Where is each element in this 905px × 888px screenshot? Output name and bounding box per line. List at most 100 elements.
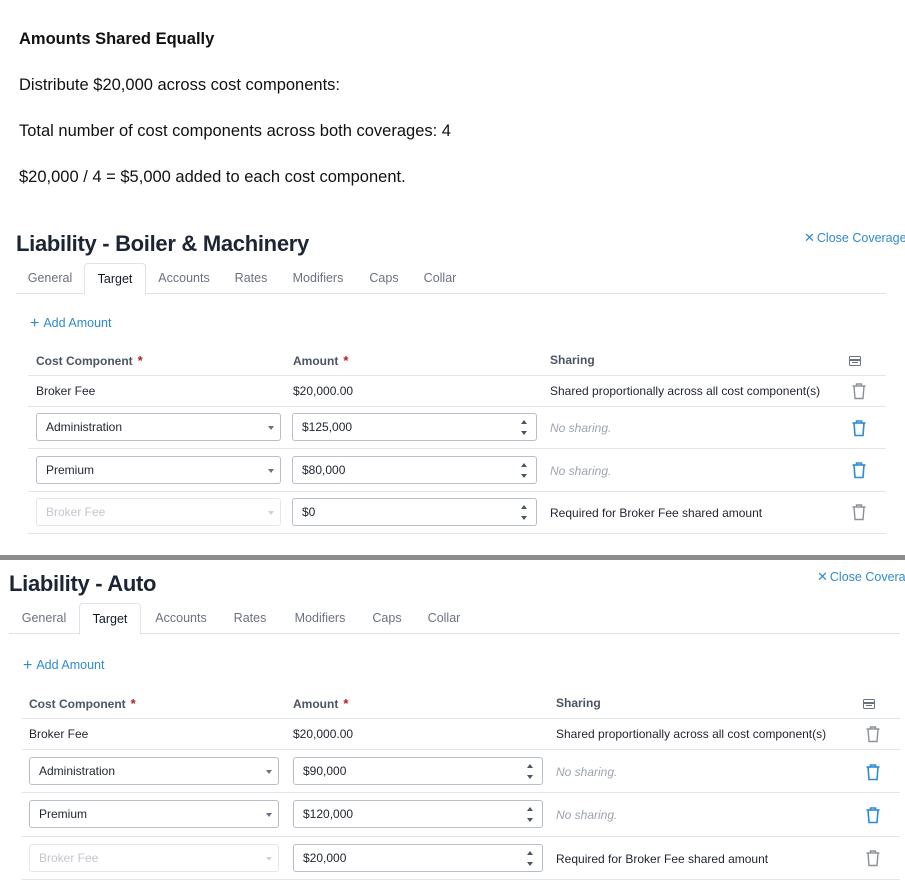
row-amount-text: $20,000.00 [293, 727, 354, 741]
cost-component-select[interactable]: Administration [36, 413, 281, 441]
delete-row-button[interactable] [851, 503, 867, 521]
cost-component-select[interactable]: Administration [29, 757, 279, 785]
select-value: Premium [39, 807, 88, 821]
amount-input[interactable]: $0 [292, 498, 537, 526]
tab-caps[interactable]: Caps [360, 263, 408, 294]
delete-row-button[interactable] [865, 806, 881, 824]
add-amount-label: Add Amount [36, 658, 105, 672]
tab-general[interactable]: General [16, 263, 84, 294]
stepper-down-icon[interactable] [521, 431, 527, 435]
row-divider [28, 406, 886, 407]
close-coverage-link[interactable]: ✕ Close Covera [817, 569, 905, 585]
tab-target[interactable]: Target [84, 263, 146, 295]
tab-rates[interactable]: Rates [225, 603, 275, 634]
column-settings-icon[interactable] [849, 356, 861, 366]
close-coverage-label: Close Coverage [816, 231, 905, 245]
coverage-title: Liability - Auto [9, 571, 157, 596]
row-divider [22, 879, 900, 880]
row-sharing-text: Required for Broker Fee shared amount [556, 852, 769, 866]
select-value: Premium [46, 463, 95, 477]
amount-value: $80,000 [302, 463, 346, 477]
add-amount-button[interactable]: + Add Amount [23, 656, 104, 674]
row-sharing-text: No sharing. [556, 808, 618, 822]
header-sharing: Sharing [556, 696, 601, 710]
delete-row-button[interactable] [865, 725, 881, 743]
stepper-down-icon[interactable] [521, 516, 527, 520]
stepper-down-icon[interactable] [527, 818, 533, 822]
stepper-up-icon[interactable] [521, 505, 527, 509]
delete-row-button[interactable] [851, 419, 867, 437]
plus-icon: + [23, 657, 33, 674]
tab-rates[interactable]: Rates [226, 263, 276, 294]
cost-component-select[interactable]: Premium [36, 456, 281, 484]
chevron-down-icon [268, 426, 274, 430]
tab-accounts[interactable]: Accounts [145, 603, 217, 634]
delete-row-button[interactable] [851, 461, 867, 479]
amount-input[interactable]: $80,000 [292, 456, 537, 484]
amount-value: $90,000 [303, 764, 347, 778]
tab-general[interactable]: General [9, 603, 79, 634]
tab-accounts[interactable]: Accounts [149, 263, 219, 294]
row-divider [28, 375, 886, 376]
header-cost-component-label: Cost Component [29, 697, 126, 711]
delete-row-button[interactable] [851, 382, 867, 400]
stepper-up-icon[interactable] [527, 851, 533, 855]
trash-icon [852, 383, 866, 400]
amount-input[interactable]: $90,000 [293, 757, 543, 785]
stepper-down-icon[interactable] [527, 775, 533, 779]
stepper-down-icon[interactable] [527, 862, 533, 866]
tab-modifiers[interactable]: Modifiers [285, 603, 355, 634]
stepper-down-icon[interactable] [521, 474, 527, 478]
column-settings-icon[interactable] [863, 699, 875, 709]
stepper-up-icon[interactable] [521, 420, 527, 424]
intro-heading: Amounts Shared Equally [19, 30, 215, 48]
stepper-up-icon[interactable] [527, 807, 533, 811]
trash-icon [866, 764, 880, 781]
row-sharing-text: No sharing. [556, 765, 618, 779]
amount-input[interactable]: $125,000 [292, 413, 537, 441]
trash-icon [866, 850, 880, 867]
close-coverage-label: Close Covera [829, 570, 905, 584]
amount-input[interactable]: $120,000 [293, 800, 543, 828]
tab-caps[interactable]: Caps [363, 603, 411, 634]
chevron-down-icon [266, 813, 272, 817]
tab-modifiers[interactable]: Modifiers [284, 263, 352, 294]
tab-collar[interactable]: Collar [419, 603, 469, 634]
close-coverage-link[interactable]: ✕ Close Coverage [804, 230, 905, 246]
row-divider [22, 792, 900, 793]
section-divider [0, 555, 905, 560]
plus-icon: + [30, 315, 40, 332]
amount-input[interactable]: $20,000 [293, 844, 543, 872]
add-amount-label: Add Amount [43, 316, 112, 330]
intro-line-calculation: $20,000 / 4 = $5,000 added to each cost … [19, 168, 406, 186]
amount-value: $125,000 [302, 420, 353, 434]
row-amount-text: $20,000.00 [293, 384, 354, 398]
row-divider [28, 448, 886, 449]
chevron-down-icon [268, 511, 274, 515]
required-marker: * [343, 353, 349, 368]
row-divider [28, 533, 886, 534]
cost-component-select-disabled: Broker Fee [29, 844, 279, 872]
select-value: Administration [39, 764, 116, 778]
stepper-up-icon[interactable] [521, 463, 527, 467]
header-amount-label: Amount [293, 697, 339, 711]
coverage-tabs: General Target Accounts Rates Modifiers … [16, 263, 886, 295]
header-cost-component: Cost Component * [36, 353, 143, 368]
required-marker: * [130, 696, 136, 711]
tab-target[interactable]: Target [79, 603, 141, 635]
tab-collar[interactable]: Collar [416, 263, 464, 294]
row-sharing-text: No sharing. [550, 464, 612, 478]
header-amount: Amount * [293, 353, 348, 368]
stepper-up-icon[interactable] [527, 764, 533, 768]
add-amount-button[interactable]: + Add Amount [30, 314, 111, 332]
row-divider [22, 718, 900, 719]
required-marker: * [137, 353, 143, 368]
coverage-title: Liability - Boiler & Machinery [16, 231, 309, 256]
trash-icon [866, 726, 880, 743]
delete-row-button[interactable] [865, 763, 881, 781]
select-value: Broker Fee [46, 505, 106, 519]
chevron-down-icon [266, 857, 272, 861]
amount-value: $0 [302, 505, 316, 519]
cost-component-select[interactable]: Premium [29, 800, 279, 828]
delete-row-button[interactable] [865, 849, 881, 867]
